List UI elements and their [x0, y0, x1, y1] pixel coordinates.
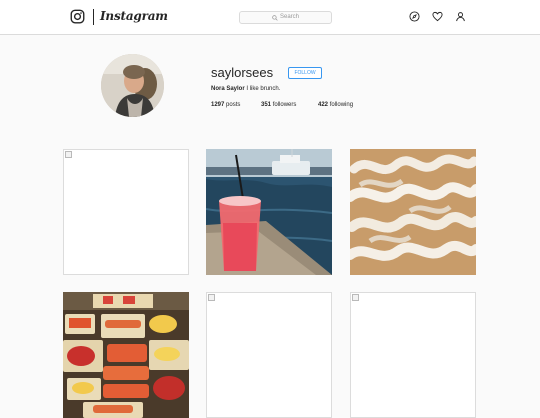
search-input[interactable]: Search: [239, 11, 332, 24]
profile-full-name: Nora Saylor: [211, 86, 245, 92]
broken-image-icon: [65, 151, 72, 158]
heart-icon[interactable]: [432, 11, 443, 22]
broken-image-icon: [208, 294, 215, 301]
funnel-cake-photo: [350, 149, 476, 275]
profile-bio-text: I like brunch.: [246, 86, 281, 92]
post-tile[interactable]: [350, 292, 476, 418]
post-tile[interactable]: [63, 292, 189, 418]
profile-username: saylorsees: [211, 65, 274, 80]
drink-photo: [206, 149, 332, 275]
post-tile[interactable]: [63, 149, 189, 275]
post-tile[interactable]: [206, 149, 332, 275]
top-nav-bar: Instagram Search: [0, 0, 540, 35]
broken-image-icon: [352, 294, 359, 301]
instagram-wordmark[interactable]: Instagram: [100, 9, 168, 23]
follow-button[interactable]: FOLLOW: [288, 67, 322, 79]
search-icon: [272, 14, 278, 21]
stat-followers[interactable]: 351 followers: [261, 102, 296, 108]
person-icon[interactable]: [455, 11, 466, 22]
profile-bio: Nora Saylor I like brunch.: [211, 86, 280, 92]
post-tile[interactable]: [206, 292, 332, 418]
profile-avatar[interactable]: [101, 54, 164, 117]
instagram-glyph-icon[interactable]: [70, 9, 85, 24]
post-tile[interactable]: [350, 149, 476, 275]
logo-divider: [93, 9, 94, 25]
stat-posts: 1297 posts: [211, 102, 241, 108]
lobster-photo: [63, 292, 189, 418]
compass-icon[interactable]: [409, 11, 420, 22]
stat-following[interactable]: 422 following: [318, 102, 353, 108]
search-placeholder: Search: [279, 14, 299, 20]
